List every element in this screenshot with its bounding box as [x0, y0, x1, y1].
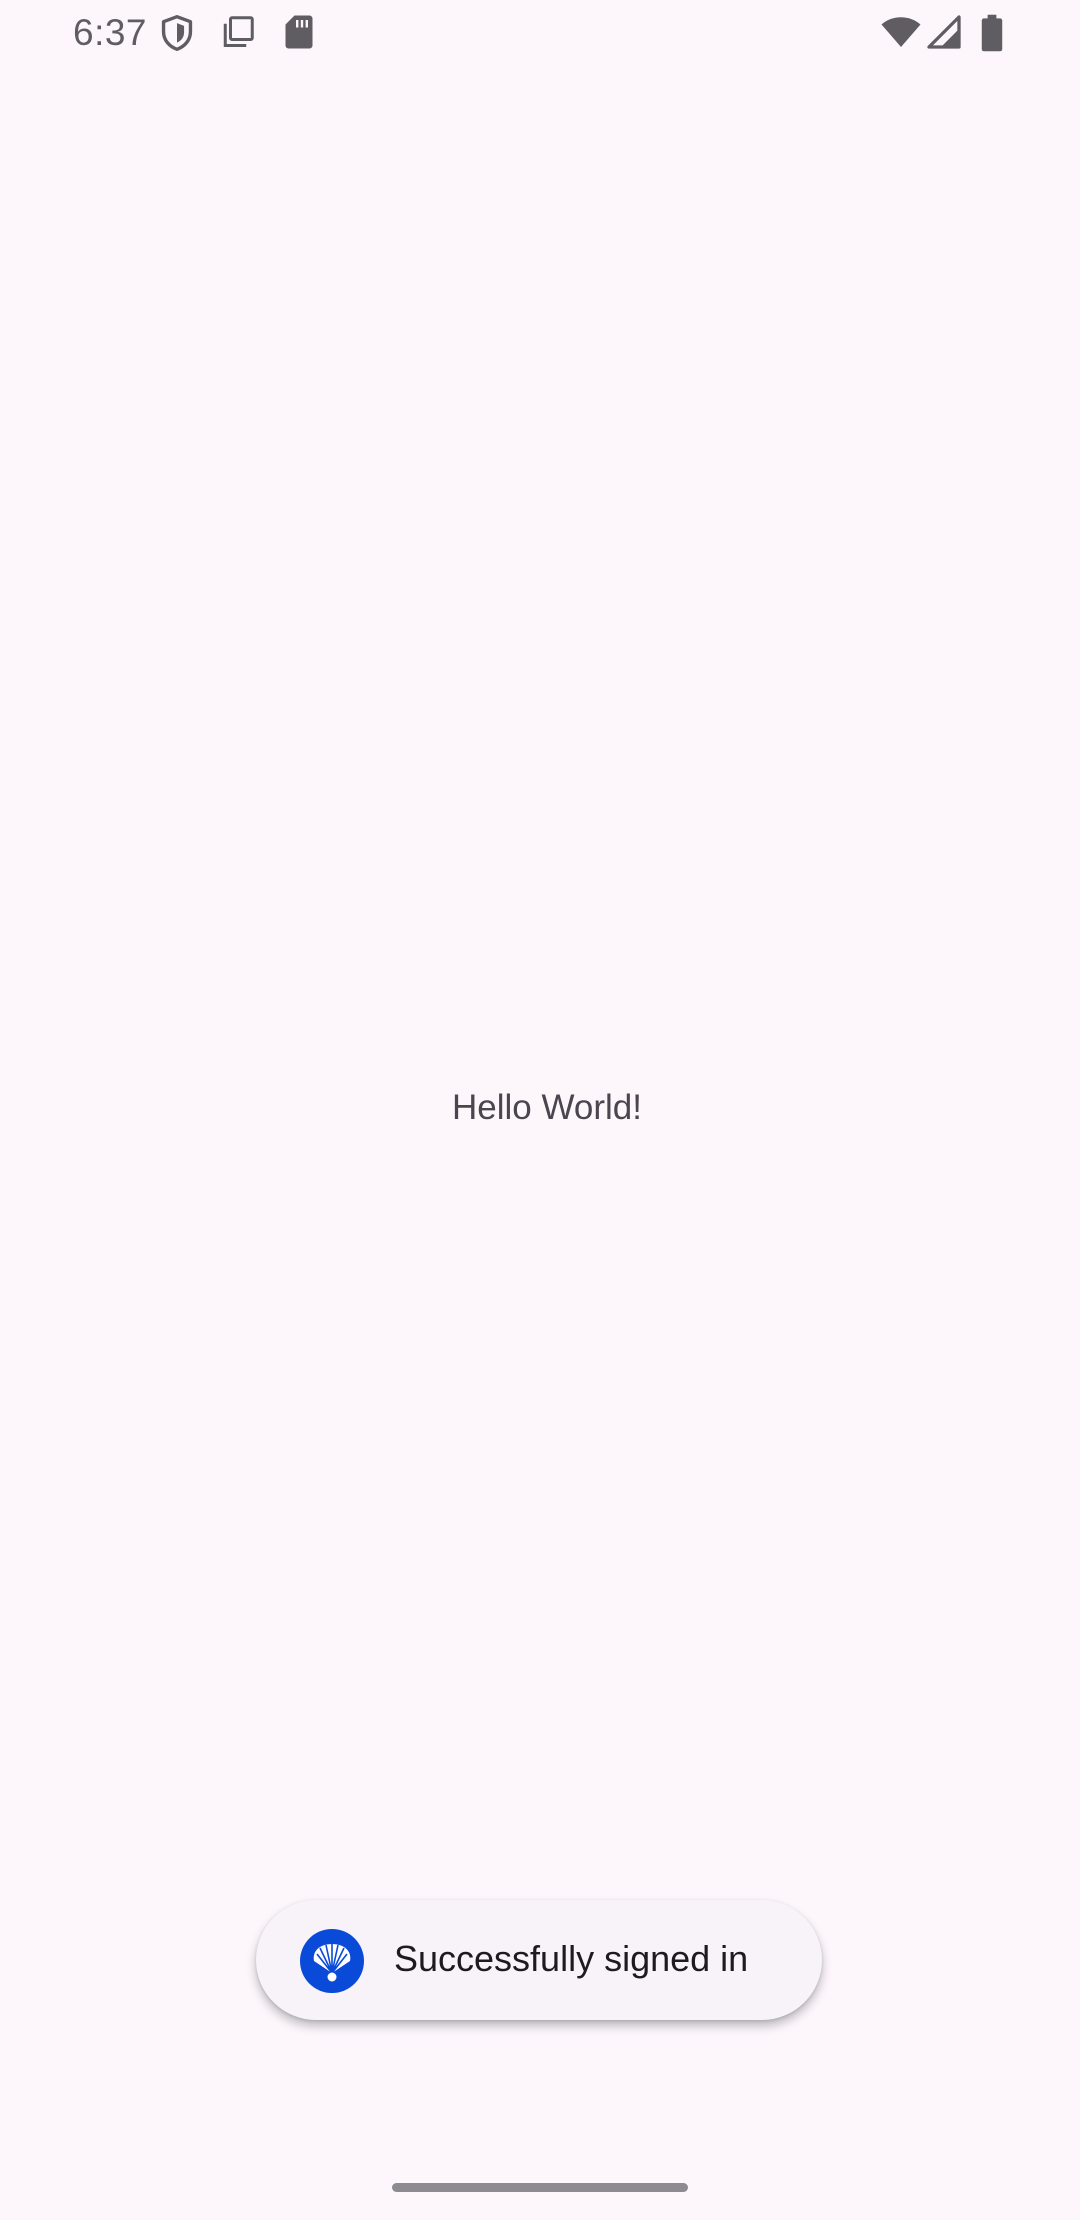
toast-message: Successfully signed in [256, 1900, 822, 2020]
status-bar: 6:37 [0, 0, 1080, 66]
battery-icon [981, 14, 1003, 52]
copy-icon [223, 16, 254, 47]
gesture-nav-handle[interactable] [392, 2183, 688, 2192]
wifi-icon [881, 17, 921, 47]
app-screen: 6:37 Hello World! Successfully signed in [0, 0, 1080, 2220]
status-time: 6:37 [73, 12, 148, 53]
shield-icon [161, 15, 193, 51]
hello-world-text: Hello World! [452, 1088, 642, 1127]
signal-icon [927, 15, 961, 49]
shell-icon [300, 1929, 364, 1993]
toast-text: Successfully signed in [394, 1938, 749, 1979]
sd-card-icon [285, 15, 313, 49]
